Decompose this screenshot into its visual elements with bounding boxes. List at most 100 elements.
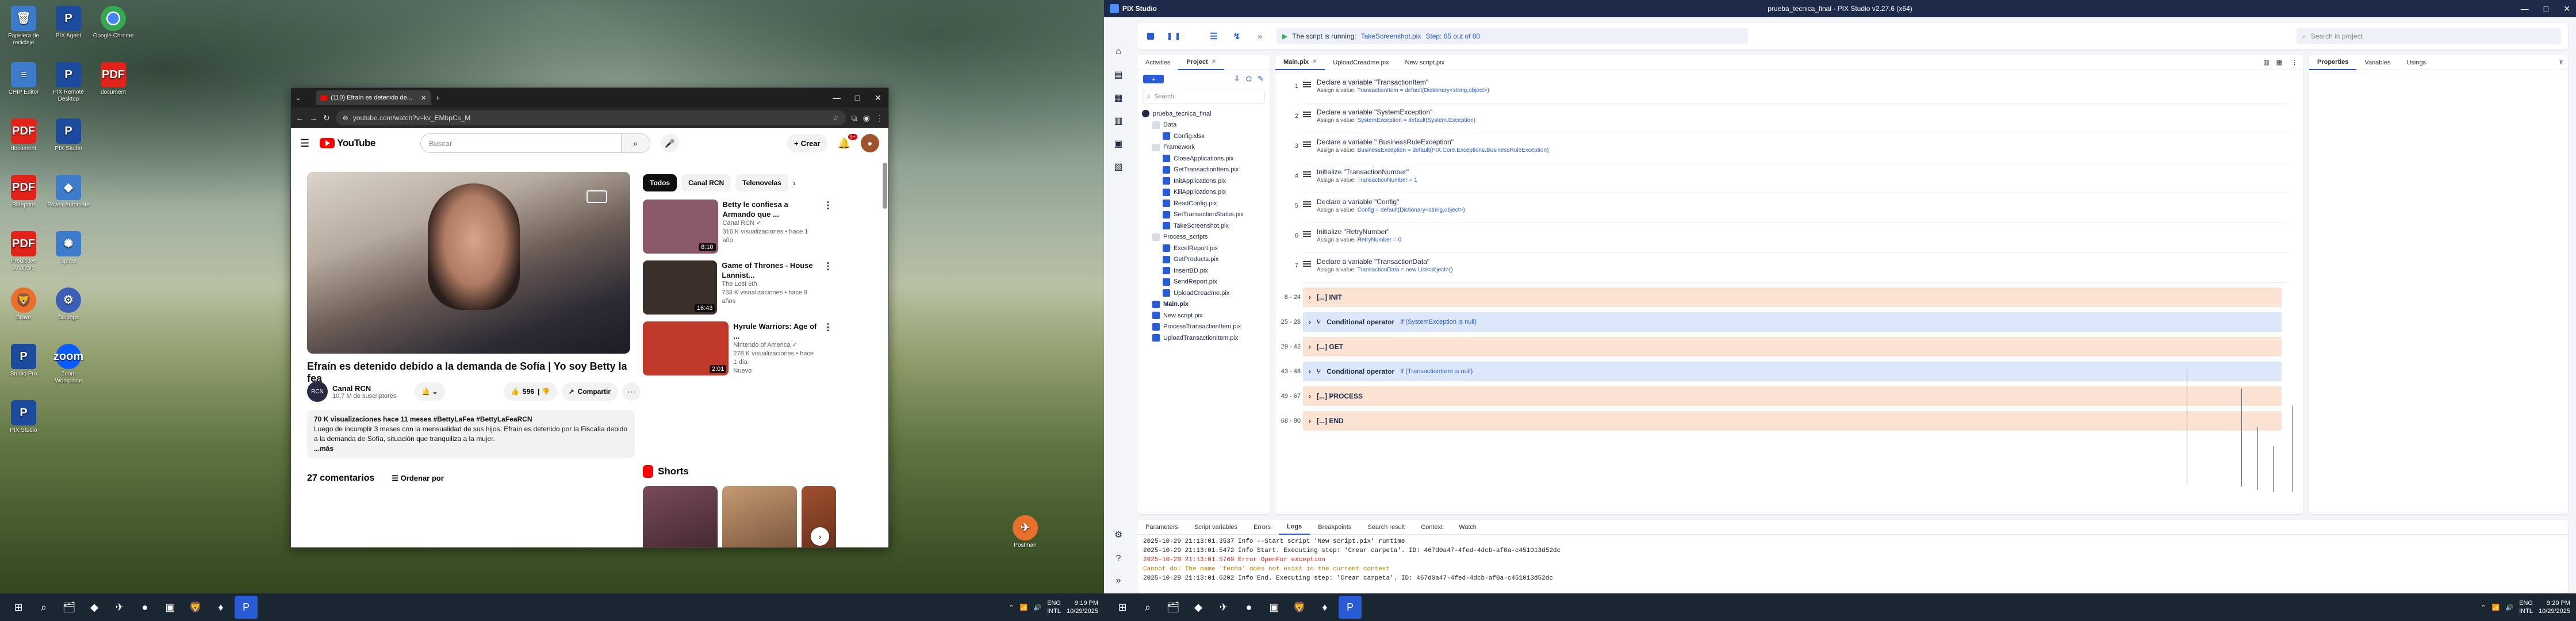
short-thumbnail[interactable] xyxy=(722,486,797,547)
language-indicator[interactable]: ENG INTL xyxy=(1047,599,1061,615)
taskbar-app-icon[interactable]: ◆ xyxy=(83,596,106,619)
tray-chevron-icon[interactable]: ⌃ xyxy=(1009,604,1014,611)
new-project-icon[interactable]: ▤ xyxy=(1104,63,1133,86)
desktop-icon[interactable]: zoom Zoom Workplace xyxy=(47,344,90,385)
captions-icon[interactable] xyxy=(586,190,607,203)
taskbar-app-icon[interactable]: ♦ xyxy=(1313,596,1336,619)
address-bar[interactable]: ⊜ youtube.com/watch?v=kv_EMbpCs_M ☆ xyxy=(335,110,846,125)
close-tab-icon[interactable]: ✕ xyxy=(1312,59,1317,65)
activity-block[interactable]: 2 Declare a variable "SystemException" Ass… xyxy=(1295,103,2287,133)
channel-name[interactable]: Canal RCN xyxy=(332,384,396,393)
volume-icon[interactable]: 🔊 xyxy=(2505,604,2513,611)
tree-item[interactable]: Data xyxy=(1142,120,1265,131)
taskbar-app-icon[interactable]: ◆ xyxy=(1187,596,1210,619)
taskbar-app-icon[interactable]: ✈ xyxy=(1212,596,1235,619)
tools-icon[interactable]: ✎ xyxy=(1258,74,1264,83)
desktop-icon[interactable]: ⚙ Settings xyxy=(47,288,90,321)
export-icon[interactable]: ▧ xyxy=(1104,155,1133,178)
import-icon[interactable]: ⇩ xyxy=(1234,74,1240,83)
folder-icon[interactable]: ▣ xyxy=(1104,132,1133,155)
taskbar-app-icon[interactable]: 🗂 xyxy=(57,596,80,619)
activity-group[interactable]: 25 - 28 › ⑂ Conditional operator If (SystemE… xyxy=(1281,312,2282,332)
tab-list-icon[interactable]: ⌄ xyxy=(296,94,301,102)
taskbar-app-icon[interactable]: ♦ xyxy=(209,596,232,619)
activity-block[interactable]: 6 Initialize "RetryNumber" Assign a value:… xyxy=(1295,223,2287,253)
editor-tab-new-script[interactable]: New script.pix xyxy=(1397,55,1452,70)
expand-icon[interactable]: › xyxy=(1309,367,1311,375)
expand-icon[interactable]: › xyxy=(1309,343,1311,351)
tree-item[interactable]: Config.xlsx xyxy=(1142,131,1265,142)
activity-group[interactable]: 43 - 48 › ⑂ Conditional operator If (Transac… xyxy=(1281,362,2282,381)
desktop-icon[interactable]: 🗑 Papelera de reciclaje xyxy=(2,6,45,47)
stop-button[interactable] xyxy=(1144,30,1157,43)
desktop-icon[interactable]: PDF Predictive Analysis xyxy=(2,231,45,272)
close-tab-icon[interactable]: ✕ xyxy=(1212,59,1216,65)
page-scrollbar[interactable] xyxy=(883,163,887,209)
filter-icon[interactable]: ⛭ xyxy=(1246,74,1252,83)
tree-item[interactable]: KillApplications.pix xyxy=(1142,187,1265,198)
short-thumbnail[interactable] xyxy=(643,486,718,547)
activity-group[interactable]: 29 - 42 › [...] GET xyxy=(1281,337,2282,356)
maximize-button[interactable]: □ xyxy=(847,93,868,103)
chip-next-icon[interactable]: › xyxy=(793,174,796,191)
new-tab-icon[interactable]: + xyxy=(435,93,440,102)
desktop-icon[interactable]: ◆ Power Automate xyxy=(47,175,90,209)
desktop-icon[interactable]: 🦁 Brave xyxy=(2,288,45,321)
desktop-icon[interactable]: P PIX Agent xyxy=(47,6,90,40)
tree-item[interactable]: Main.pix xyxy=(1142,299,1265,310)
taskbar-app-icon[interactable]: P xyxy=(1339,596,1362,619)
tree-item[interactable]: UploadCreadme.pix xyxy=(1142,288,1265,299)
channel-avatar[interactable]: RCN xyxy=(307,381,328,402)
taskbar-app-icon[interactable]: ▣ xyxy=(1263,596,1286,619)
bottom-tab[interactable]: Breakpoints xyxy=(1310,520,1359,535)
video-thumbnail[interactable]: 16:43 xyxy=(643,260,718,315)
tree-item[interactable]: GetTransactionItem.pix xyxy=(1142,164,1265,176)
desktop-icon[interactable]: ✈ Postman xyxy=(1004,515,1046,549)
subscribed-bell-button[interactable]: 🔔 ⌄ xyxy=(415,382,445,401)
expand-rail-icon[interactable]: » xyxy=(1104,569,1133,592)
taskbar-app-icon[interactable]: ⌕ xyxy=(32,596,55,619)
taskbar-app-icon[interactable]: ⊞ xyxy=(1111,596,1134,619)
editor-menu-icon[interactable]: ⋮ xyxy=(2286,59,2303,66)
video-menu-icon[interactable]: ⋮ xyxy=(823,200,833,254)
desktop-icon[interactable]: P PIX Studio xyxy=(47,118,90,152)
taskbar-app-icon[interactable]: 🦁 xyxy=(1288,596,1311,619)
bottom-tab[interactable]: Errors xyxy=(1245,520,1279,535)
recommended-video[interactable]: 16:43 Game of Thrones - House Lannist... T… xyxy=(643,260,833,315)
activity-block[interactable]: 3 Declare a variable " BusinessRuleExcept… xyxy=(1295,133,2287,163)
taskbar-app-icon[interactable]: 🦁 xyxy=(184,596,207,619)
layout-icon[interactable]: ▦ xyxy=(2273,59,2286,66)
desktop-icon[interactable]: PDF Blueprint xyxy=(2,175,45,209)
tree-item[interactable]: SetTransactionStatus.pix xyxy=(1142,209,1265,221)
tree-item[interactable]: SendReport.pix xyxy=(1142,277,1265,288)
volume-icon[interactable]: 🔊 xyxy=(1033,604,1041,611)
close-tab-icon[interactable]: ✕ xyxy=(421,94,426,102)
step-into-icon[interactable]: ↯ xyxy=(1230,30,1243,43)
desktop-icon[interactable]: P PIX Remote Desktop xyxy=(47,62,90,103)
youtube-logo[interactable]: YouTube xyxy=(320,137,375,149)
chrome-menu-icon[interactable]: ⋮ xyxy=(876,113,884,123)
step-over-icon[interactable]: ☰ xyxy=(1208,30,1220,43)
reload-icon[interactable]: ↻ xyxy=(323,113,330,123)
taskbar-app-icon[interactable]: ⌕ xyxy=(1136,596,1159,619)
bottom-tab[interactable]: Search result xyxy=(1359,520,1413,535)
tray-chevron-icon[interactable]: ⌃ xyxy=(2481,604,2486,611)
taskbar-app-icon[interactable]: ▣ xyxy=(159,596,182,619)
chip-canal-rcn[interactable]: Canal RCN xyxy=(681,174,731,191)
forward-icon[interactable]: → xyxy=(309,113,317,122)
pix-maximize-button[interactable]: □ xyxy=(2544,4,2548,14)
wifi-icon[interactable]: 📶 xyxy=(1020,604,1028,611)
expand-icon[interactable]: › xyxy=(1309,293,1311,301)
add-file-button[interactable]: + xyxy=(1143,74,1164,83)
activity-block[interactable]: 5 Declare a variable "Config" Assign a val… xyxy=(1295,193,2287,223)
settings-icon[interactable]: ⚙ xyxy=(1104,523,1133,546)
video-menu-icon[interactable]: ⋮ xyxy=(823,321,833,375)
close-window-button[interactable]: ✕ xyxy=(868,93,888,103)
tree-item[interactable]: UploadTransactionItem.pix xyxy=(1142,332,1265,344)
tree-item[interactable]: Process_scripts xyxy=(1142,232,1265,243)
tree-item[interactable]: ExcelReport.pix xyxy=(1142,243,1265,254)
tree-item[interactable]: Framework xyxy=(1142,142,1265,154)
bottom-tab[interactable]: Watch xyxy=(1451,520,1485,535)
tree-item[interactable]: InitApplications.pix xyxy=(1142,175,1265,187)
desktop-icon[interactable]: P Studio Pro xyxy=(2,344,45,378)
